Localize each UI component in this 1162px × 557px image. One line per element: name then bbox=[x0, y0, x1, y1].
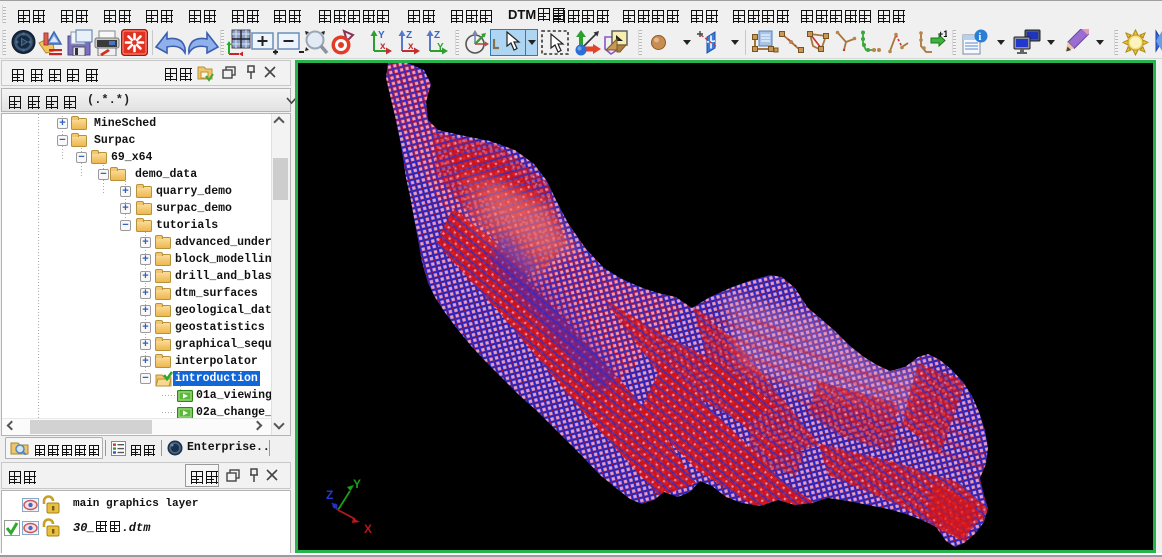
svg-text:Y: Y bbox=[437, 42, 444, 53]
svg-text:Z: Z bbox=[326, 488, 333, 502]
svg-text:Y: Y bbox=[378, 30, 385, 41]
svg-text:Z: Z bbox=[406, 30, 412, 41]
svg-text:Z: Z bbox=[434, 30, 440, 41]
svg-text:x: x bbox=[408, 41, 414, 52]
svg-text:Y: Y bbox=[353, 477, 361, 491]
svg-text:X: X bbox=[364, 522, 372, 536]
svg-text:x: x bbox=[380, 41, 386, 52]
svg-text:i: i bbox=[979, 32, 982, 43]
svg-text:+1: +1 bbox=[938, 29, 947, 39]
